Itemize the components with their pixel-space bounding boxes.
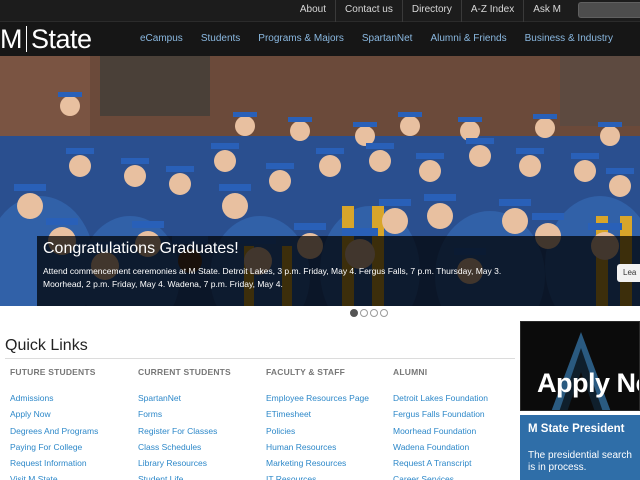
quick-links-alumni: ALUMNI Detroit Lakes Foundation Fergus F… [393,367,488,480]
quick-link-wadena[interactable]: Wadena Foundation [393,439,488,455]
utility-bar: About Contact us Directory A-Z Index Ask… [0,0,640,22]
quick-link-etimesheet[interactable]: ETimesheet [266,406,369,422]
quick-link-register[interactable]: Register For Classes [138,423,231,439]
apply-now-promo[interactable]: Apply No [520,321,640,411]
nav-item-ecampus[interactable]: eCampus [131,22,192,56]
quick-link-transcript[interactable]: Request A Transcript [393,455,488,471]
president-promo-title: M State President [528,423,625,435]
learn-more-button[interactable]: Lea [617,264,640,282]
nav-item-business[interactable]: Business & Industry [516,22,622,56]
quick-links-heading: ALUMNI [393,367,428,377]
slider-pagination [350,309,390,317]
slider-dot-3[interactable] [370,309,378,317]
slider-dot-2[interactable] [360,309,368,317]
quick-link-request-info[interactable]: Request Information [10,455,98,471]
nav-item-alumni[interactable]: Alumni & Friends [421,22,515,56]
logo-state: State [31,23,92,54]
quick-link-employee-resources[interactable]: Employee Resources Page [266,390,369,406]
utility-link-az-index[interactable]: A-Z Index [460,0,523,22]
utility-link-about[interactable]: About [291,0,335,22]
utility-link-contact[interactable]: Contact us [335,0,402,22]
quick-link-spartannet[interactable]: SpartanNet [138,390,231,406]
quick-link-visit[interactable]: Visit M State [10,471,98,480]
utility-links: About Contact us Directory A-Z Index Ask… [291,0,570,22]
quick-link-career-services[interactable]: Career Services [393,471,488,480]
nav-item-spartannet[interactable]: SpartanNet [353,22,422,56]
nav-links: eCampus Students Programs & Majors Spart… [131,22,622,56]
search-input[interactable] [578,2,640,18]
quick-link-admissions[interactable]: Admissions [10,390,98,406]
quick-link-moorhead[interactable]: Moorhead Foundation [393,423,488,439]
quick-link-student-life[interactable]: Student Life [138,471,231,480]
president-promo-text: The presidential search is in process. [528,450,632,474]
quick-link-library[interactable]: Library Resources [138,455,231,471]
quick-links-heading: FUTURE STUDENTS [10,367,96,377]
main-nav: M State eCampus Students Programs & Majo… [0,22,640,56]
quick-link-it-resources[interactable]: IT Resources [266,471,369,480]
logo-m: M [0,23,23,54]
quick-link-schedules[interactable]: Class Schedules [138,439,231,455]
quick-link-fergus-falls[interactable]: Fergus Falls Foundation [393,406,488,422]
apply-now-text: Apply No [537,368,639,398]
quick-links-title: Quick Links [5,337,88,354]
quick-links-current-students: CURRENT STUDENTS SpartanNet Forms Regist… [138,367,231,480]
quick-link-paying[interactable]: Paying For College [10,439,98,455]
quick-link-degrees[interactable]: Degrees And Programs [10,423,98,439]
president-promo-line-2: is in process. [528,462,587,473]
hero-title: Congratulations Graduates! [43,240,239,257]
nav-item-students[interactable]: Students [192,22,249,56]
slider-dot-1[interactable] [350,309,358,317]
quick-link-policies[interactable]: Policies [266,423,369,439]
utility-link-ask-m[interactable]: Ask M [523,0,570,22]
quick-link-detroit-lakes[interactable]: Detroit Lakes Foundation [393,390,488,406]
utility-link-directory[interactable]: Directory [401,0,461,22]
president-promo-line-1: The presidential search [528,450,632,461]
quick-link-marketing[interactable]: Marketing Resources [266,455,369,471]
hero-description: Attend commencement ceremonies at M Stat… [43,265,513,291]
quick-links-future-students: FUTURE STUDENTS Admissions Apply Now Deg… [10,367,98,480]
hero-caption: Congratulations Graduates! Attend commen… [37,236,640,306]
hero-description-line-1: Attend commencement ceremonies at M Stat… [43,266,502,276]
quick-links-heading: CURRENT STUDENTS [138,367,231,377]
quick-link-forms[interactable]: Forms [138,406,231,422]
quick-links-divider [5,358,515,359]
slider-dot-4[interactable] [380,309,388,317]
president-search-promo[interactable]: M State President The presidential searc… [520,415,640,480]
quick-link-human-resources[interactable]: Human Resources [266,439,369,455]
quick-links-faculty-staff: FACULTY & STAFF Employee Resources Page … [266,367,369,480]
logo-divider [26,26,27,52]
hero-banner[interactable]: Congratulations Graduates! Attend commen… [0,56,640,306]
site-logo[interactable]: M State [0,22,92,56]
nav-item-programs[interactable]: Programs & Majors [249,22,353,56]
quick-link-apply-now[interactable]: Apply Now [10,406,98,422]
quick-links-heading: FACULTY & STAFF [266,367,346,377]
hero-description-line-2: Moorhead, 2 p.m. Friday, May 4. Wadena, … [43,279,283,289]
